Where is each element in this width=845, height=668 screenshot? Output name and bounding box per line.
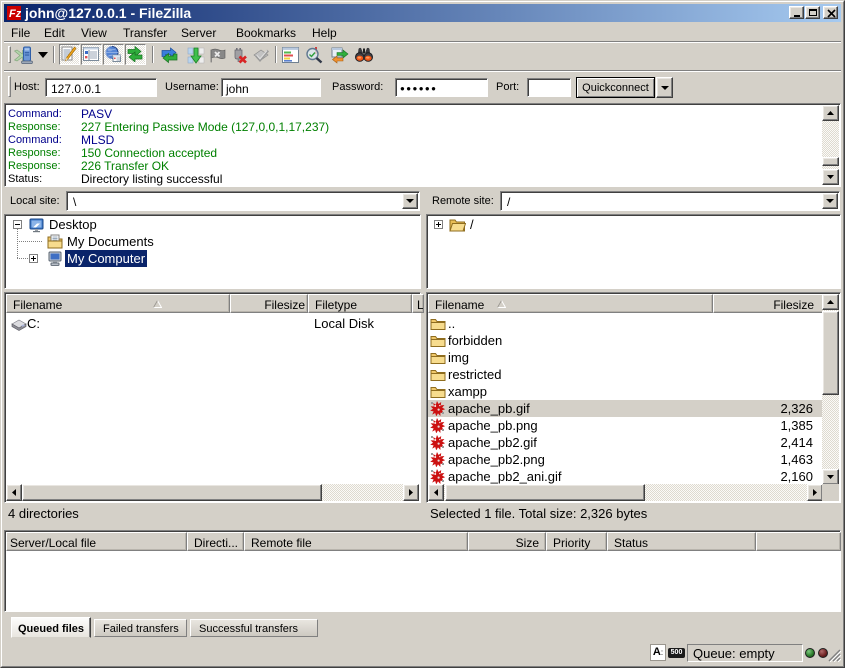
svg-text:Fz: Fz (9, 8, 21, 20)
